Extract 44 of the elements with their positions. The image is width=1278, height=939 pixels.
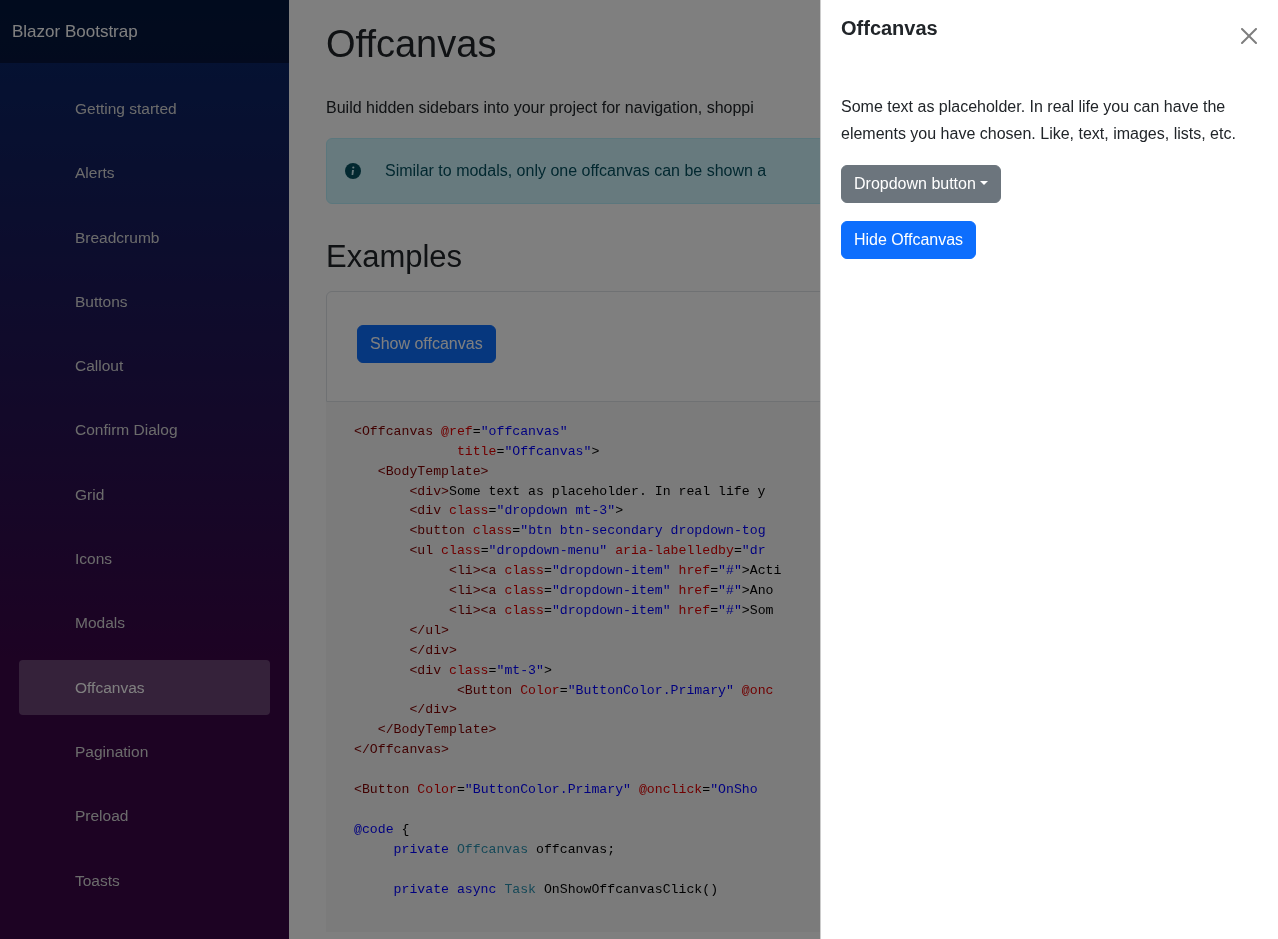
code-line: <Button Color="ButtonColor.Primary" @onc — [455, 681, 775, 700]
code-line: </BodyTemplate> — [376, 721, 498, 740]
show-offcanvas-button[interactable]: Show offcanvas — [357, 324, 496, 363]
code-line: <Button Color="ButtonColor.Primary" @onclick="OnSho — [354, 781, 759, 800]
brand-title[interactable]: Blazor Bootstrap — [12, 18, 138, 45]
code-line: <button class="btn btn-secondary dropdown-tog — [408, 522, 767, 541]
sidebar-item[interactable]: Callout — [19, 338, 270, 394]
page-description: Build hidden sidebars into your project for navigation, shoppi — [326, 97, 754, 118]
code-line: </Offcanvas> — [354, 741, 450, 760]
sidebar-item[interactable]: Alerts — [19, 145, 270, 201]
code-line: <div>Some text as placeholder. In real life y — [408, 482, 767, 501]
code-line: <Offcanvas @ref="offcanvas" — [354, 422, 569, 441]
sidebar-item[interactable]: Preload — [19, 788, 270, 844]
dropdown-button[interactable]: Dropdown button — [841, 165, 1001, 204]
sidebar-item[interactable]: Buttons — [19, 273, 270, 329]
section-title: Examples — [326, 237, 463, 275]
code-line: <li><a class="dropdown-item" href="#">Som — [447, 601, 775, 620]
code-line: @code { — [354, 820, 411, 839]
code-line: private Offcanvas offcanvas; — [392, 840, 617, 859]
sidebar-item[interactable]: Toasts — [19, 852, 270, 908]
code-line: <li><a class="dropdown-item" href="#">Ano — [447, 582, 775, 601]
code-line: <li><a class="dropdown-item" href="#">Acti — [447, 562, 783, 581]
code-line: </div> — [408, 701, 458, 720]
sidebar-item[interactable]: Icons — [19, 531, 270, 587]
offcanvas-text: Some text as placeholder. In real life you can have the elements you have chosen. Like, text, images, lists, etc. — [841, 97, 1237, 145]
page-title: Offcanvas — [326, 22, 497, 67]
offcanvas-title: Offcanvas — [841, 16, 938, 40]
alert-text: Similar to modals, only one offcanvas can be shown a — [385, 160, 767, 181]
code-line: </ul> — [408, 621, 450, 640]
sidebar-item[interactable]: Pagination — [19, 723, 270, 779]
code-line: <div class="dropdown mt-3"> — [408, 502, 625, 521]
code-line: private async Task OnShowOffcanvasClick() — [392, 880, 720, 899]
sidebar-item[interactable]: Breadcrumb — [19, 209, 270, 265]
code-line: <div class="mt-3"> — [408, 661, 553, 680]
sidebar-item[interactable]: Grid — [19, 466, 270, 522]
sidebar-item[interactable]: Getting started — [19, 81, 270, 136]
code-line: </div> — [408, 641, 458, 660]
code-line: title="Offcanvas"> — [455, 442, 601, 461]
hide-offcanvas-button[interactable]: Hide Offcanvas — [841, 221, 977, 260]
code-line: <BodyTemplate> — [376, 462, 490, 481]
code-line: <ul class="dropdown-menu" aria-labelledby="dr — [408, 542, 767, 561]
info-icon — [345, 162, 361, 179]
sidebar-item[interactable]: Modals — [19, 595, 270, 651]
sidebar-item[interactable]: Confirm Dialog — [19, 402, 270, 458]
